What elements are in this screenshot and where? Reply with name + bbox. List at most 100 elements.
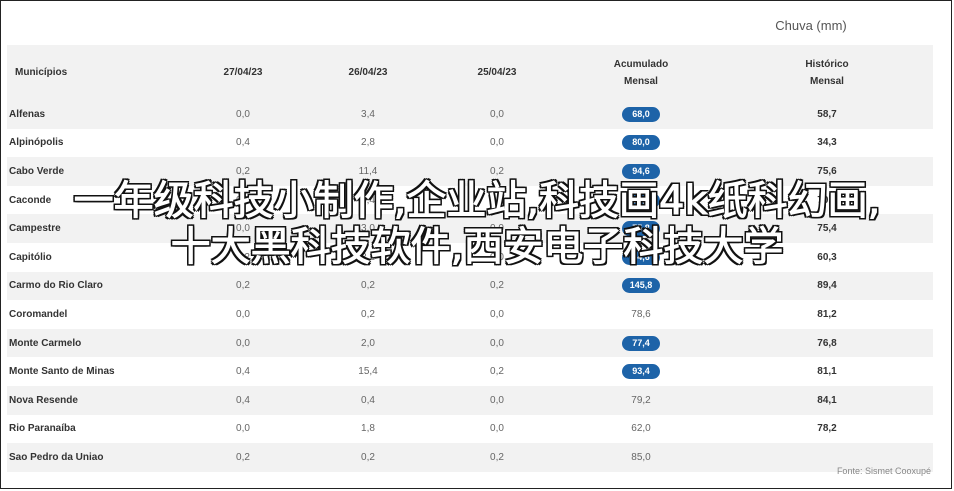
day2-cell: 2,0 xyxy=(361,337,375,349)
day3-cell: 0,0 xyxy=(490,423,504,435)
header-acumulado: Acumulado Mensal xyxy=(561,45,721,100)
historico-cell: 78,2 xyxy=(817,423,837,435)
day1-cell: 0,0 xyxy=(236,108,250,120)
day1-cell: 0,0 xyxy=(236,308,250,320)
day3-cell: 0,2 xyxy=(490,280,504,292)
acumulado-cell: 79,2 xyxy=(561,386,721,415)
historico-cell: 60,3 xyxy=(817,251,837,263)
table-row: Coromandel 0,0 0,2 0,0 78,6 81,2 xyxy=(7,300,933,329)
acumulado-badge: 68,0 xyxy=(622,106,660,122)
table-row: Monte Carmelo 0,0 2,0 0,0 77,4 76,8 xyxy=(7,328,933,358)
table-body: Alfenas 0,0 3,4 0,0 68,0 58,7 Alpinópolis 0,4 2,… xyxy=(7,100,933,472)
day1-cell: 0,2 xyxy=(236,280,250,292)
day3-cell: 0,0 xyxy=(490,137,504,149)
day3-cell: 0,2 xyxy=(490,366,504,378)
acumulado-cell: 62,0 xyxy=(561,415,721,444)
acumulado-value: 78,6 xyxy=(631,308,651,320)
acumulado-value: 85,0 xyxy=(631,451,651,463)
municipio-cell: Capitólio xyxy=(9,251,52,263)
municipio-cell: Rio Paranaíba xyxy=(9,423,76,435)
acumulado-badge: 74,6 xyxy=(622,249,660,265)
day2-cell: 0,4 xyxy=(361,394,375,406)
day3-cell: 0,0 xyxy=(490,308,504,320)
table-row: Cabo Verde 0,2 11,4 0,2 94,6 75,6 xyxy=(7,157,933,186)
table-header-row: Municípios 27/04/23 26/04/23 25/04/23 Ac… xyxy=(7,45,933,100)
day2-cell: 3,4 xyxy=(361,108,375,120)
rain-table: Municípios 27/04/23 26/04/23 25/04/23 Ac… xyxy=(7,45,933,472)
historico-cell: 81,2 xyxy=(817,308,837,320)
source-note: Fonte: Sismet Cooxupé xyxy=(836,466,931,476)
acumulado-cell: 78,6 xyxy=(561,300,721,329)
acumulado-cell: 77,4 xyxy=(561,329,721,358)
header-date-1: 27/04/23 xyxy=(223,67,263,78)
municipio-cell: Alpinópolis xyxy=(9,137,64,149)
municipio-cell: Campestre xyxy=(9,223,61,235)
acumulado-badge: 145,8 xyxy=(622,278,660,294)
table-row: Alpinópolis 0,4 2,8 0,0 80,0 34,3 xyxy=(7,128,933,158)
header-municipios: Municípios xyxy=(15,67,68,78)
acumulado-badge: 93,4 xyxy=(622,364,660,380)
day3-cell: 0,0 xyxy=(490,394,504,406)
day2-cell: 2,2 xyxy=(361,251,375,263)
day1-cell: 0,4 xyxy=(236,394,250,406)
day2-cell: 11,4 xyxy=(358,165,378,177)
day2-cell: 3,0 xyxy=(361,223,375,235)
municipio-cell: Monte Santo de Minas xyxy=(9,366,115,378)
day1-cell: 0,2 xyxy=(236,451,250,463)
day2-cell: 1,8 xyxy=(361,423,375,435)
table-row: Sao Pedro da Uniao 0,2 0,2 0,2 85,0 xyxy=(7,443,933,472)
day2-cell: 0,2 xyxy=(361,308,375,320)
municipio-cell: Cabo Verde xyxy=(9,165,65,177)
day1-cell: 0,2 xyxy=(236,194,250,206)
acumulado-cell: 93,4 xyxy=(561,357,721,386)
day3-cell: 0,0 xyxy=(490,108,504,120)
day1-cell: 0,0 xyxy=(236,223,250,235)
day2-cell: 5,4 xyxy=(361,194,375,206)
day3-cell: 0,0 xyxy=(490,251,504,263)
acumulado-cell: 75,8 xyxy=(561,214,721,243)
header-acumulado-line2: Mensal xyxy=(624,75,658,87)
acumulado-badge: 75,8 xyxy=(622,221,660,237)
header-date-2: 26/04/23 xyxy=(348,67,388,78)
acumulado-cell: 82,5 xyxy=(561,186,721,215)
acumulado-value: 79,2 xyxy=(631,394,651,406)
municipio-cell: Nova Resende xyxy=(9,394,78,406)
table-row: Caconde 0,2 5,4 0,0 82,5 70,5 xyxy=(7,185,933,215)
day1-cell: 0,2 xyxy=(236,165,250,177)
municipio-cell: Monte Carmelo xyxy=(9,337,82,349)
table-row: Campestre 0,0 3,0 0,0 75,8 75,4 xyxy=(7,214,933,243)
acumulado-cell: 80,0 xyxy=(561,129,721,158)
historico-cell: 75,4 xyxy=(817,223,837,235)
day3-cell: 0,2 xyxy=(490,451,504,463)
day1-cell: 0,0 xyxy=(236,337,250,349)
acumulado-badge: 82,5 xyxy=(622,192,660,208)
municipio-cell: Sao Pedro da Uniao xyxy=(9,451,104,463)
acumulado-cell: 85,0 xyxy=(561,443,721,472)
acumulado-badge: 77,4 xyxy=(622,335,660,351)
day3-cell: 0,0 xyxy=(490,194,504,206)
municipio-cell: Coromandel xyxy=(9,308,68,320)
historico-cell: 76,8 xyxy=(817,337,837,349)
table-row: Capitólio 0,2 2,2 0,0 74,6 60,3 xyxy=(7,242,933,272)
historico-cell: 89,4 xyxy=(817,280,837,292)
day2-cell: 2,8 xyxy=(361,137,375,149)
historico-cell: 34,3 xyxy=(817,137,837,149)
day2-cell: 15,4 xyxy=(358,366,378,378)
table-row: Rio Paranaíba 0,0 1,8 0,0 62,0 78,2 xyxy=(7,414,933,444)
municipio-cell: Alfenas xyxy=(9,108,46,120)
acumulado-value: 62,0 xyxy=(631,423,651,435)
table-row: Nova Resende 0,4 0,4 0,0 79,2 84,1 xyxy=(7,385,933,415)
table-row: Carmo do Rio Claro 0,2 0,2 0,2 145,8 89,4 xyxy=(7,271,933,301)
chart-frame: Chuva (mm) Municípios 27/04/23 26/04/23 … xyxy=(0,0,952,489)
day3-cell: 0,0 xyxy=(490,223,504,235)
day1-cell: 0,0 xyxy=(236,423,250,435)
historico-cell: 75,6 xyxy=(817,165,837,177)
acumulado-cell: 145,8 xyxy=(561,272,721,301)
historico-cell: 58,7 xyxy=(817,108,837,120)
municipio-cell: Caconde xyxy=(9,194,52,206)
historico-cell: 70,5 xyxy=(817,194,837,206)
day1-cell: 0,2 xyxy=(236,251,250,263)
day2-cell: 0,2 xyxy=(361,280,375,292)
day3-cell: 0,2 xyxy=(490,165,504,177)
municipio-cell: Carmo do Rio Claro xyxy=(9,280,103,292)
